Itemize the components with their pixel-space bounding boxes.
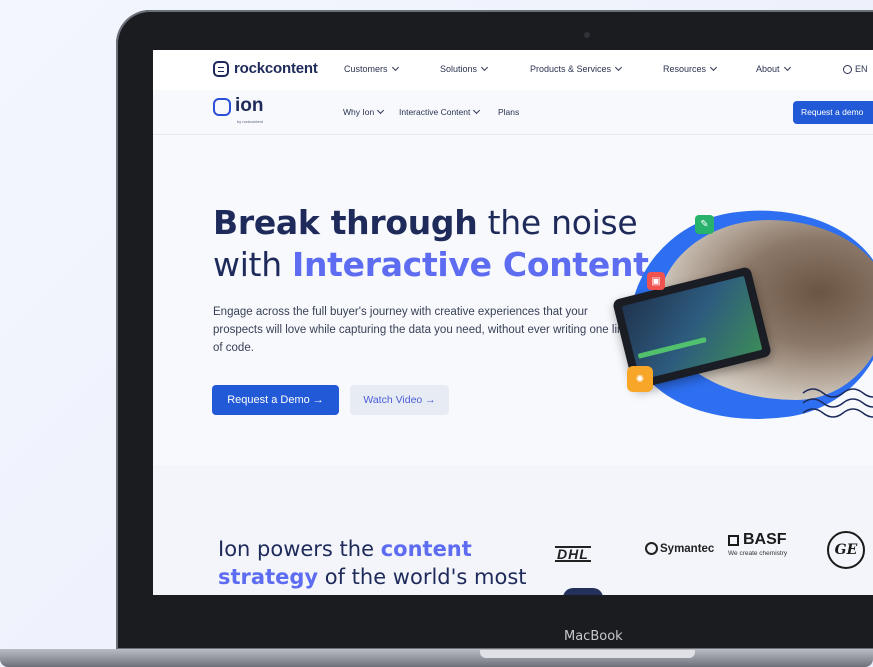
basf-tagline: We create chemistry: [728, 550, 788, 557]
ion-powers-line2: of the world's most: [318, 565, 527, 589]
nav-resources-label: Resources: [663, 64, 707, 74]
decorative-waves: [802, 388, 873, 418]
subnav-plans-label: Plans: [498, 107, 520, 117]
nav-resources[interactable]: Resources: [663, 63, 718, 74]
webcam: [584, 32, 590, 38]
chevron-down-icon: [783, 63, 791, 72]
ion-powers-highlight1: content: [380, 537, 472, 561]
ion-powers-highlight2: strategy: [218, 565, 319, 589]
top-navigation: rockcontent Customers Solutions Products…: [153, 50, 873, 91]
ion-logo-icon: [213, 98, 231, 116]
nav-about-label: About: [756, 64, 780, 74]
ion-powers-heading: Ion powers the content strategy of the w…: [218, 535, 527, 591]
chevron-down-icon: [614, 63, 623, 72]
chevron-down-icon: [480, 63, 489, 72]
language-selector[interactable]: EN: [843, 64, 868, 74]
macbook-label: MacBook: [564, 629, 623, 644]
subnav-why-ion-label: Why Ion: [343, 107, 375, 117]
ge-logo: GE: [827, 531, 865, 569]
rockcontent-logo-text: rockcontent: [234, 60, 318, 77]
basf-square-icon: [728, 534, 739, 546]
nav-products-services[interactable]: Products & Services: [530, 63, 623, 74]
basf-logo-text: BASF: [743, 531, 787, 548]
hero-description: Engage across the full buyer's journey w…: [213, 306, 630, 354]
ion-logo-text: ion: [235, 95, 264, 116]
subnav-plans[interactable]: Plans: [498, 107, 519, 117]
subnav-interactive-content[interactable]: Interactive Content: [399, 106, 481, 117]
chevron-down-icon: [391, 63, 399, 72]
hero-title-highlight: Interactive Content: [292, 245, 649, 284]
subnav-interactive-label: Interactive Content: [399, 107, 471, 117]
subnav-why-ion[interactable]: Why Ion: [343, 106, 385, 117]
laptop-base: [0, 649, 873, 667]
nav-solutions-label: Solutions: [440, 64, 478, 74]
rockcontent-logo[interactable]: rockcontent: [213, 60, 318, 77]
symantec-logo: Symantec: [645, 542, 714, 555]
nav-customers-label: Customers: [344, 64, 388, 74]
website-screen: rockcontent Customers Solutions Products…: [153, 50, 873, 595]
nav-products-label: Products & Services: [530, 64, 612, 74]
hero-title-bold: Break through: [213, 203, 478, 242]
nav-customers[interactable]: Customers: [344, 63, 399, 74]
language-label: EN: [855, 64, 868, 74]
ion-powers-line1: Ion powers the: [218, 537, 381, 561]
watch-video-button[interactable]: Watch Video →: [350, 385, 449, 415]
hero-title-rest: the noise: [477, 203, 638, 242]
ion-logo-subtitle: by rockcontent: [237, 119, 264, 124]
dhl-logo: DHL: [555, 546, 591, 562]
basf-logo: BASF We create chemistry: [728, 531, 787, 557]
hero-title: Break through the noise with Interactive…: [213, 202, 649, 286]
nav-solutions[interactable]: Solutions: [440, 63, 489, 74]
chevron-down-icon: [377, 106, 385, 115]
request-demo-button[interactable]: Request a Demo →: [212, 385, 339, 415]
rockcontent-logo-icon: [213, 60, 229, 77]
ion-sub-navigation: ion by rockcontent Why Ion Interactive C…: [153, 90, 873, 135]
request-demo-nav-button[interactable]: Request a demo: [793, 101, 873, 124]
globe-icon: [843, 64, 852, 74]
cloud-logo-partial: [563, 588, 603, 595]
lightbulb-icon: ✺: [627, 366, 653, 392]
symantec-logo-text: Symantec: [660, 542, 715, 555]
chevron-down-icon: [473, 106, 481, 115]
image-icon: ▣: [647, 272, 665, 290]
hero-title-line2: with: [213, 245, 293, 284]
nav-about[interactable]: About: [756, 63, 791, 74]
pencil-icon: ✎: [695, 215, 714, 234]
symantec-check-icon: [645, 542, 658, 555]
chevron-down-icon: [709, 63, 718, 72]
laptop-frame: rockcontent Customers Solutions Products…: [116, 10, 873, 660]
laptop-base-notch: [480, 650, 695, 658]
